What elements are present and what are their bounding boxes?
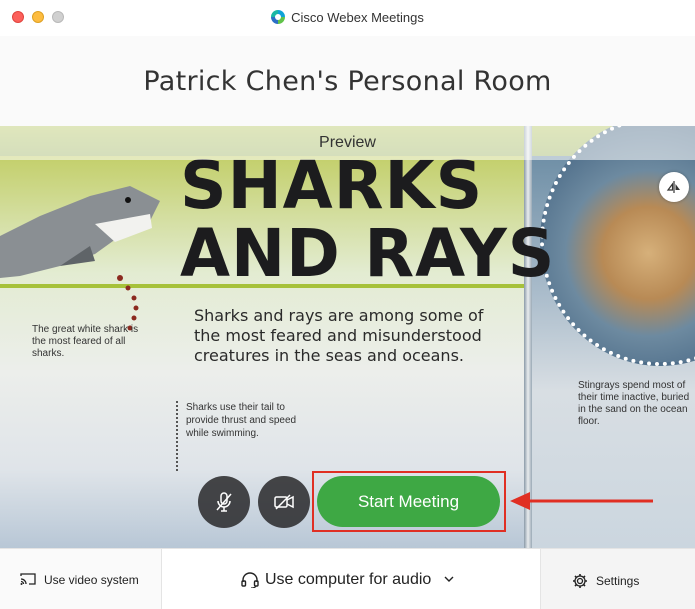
preview-label: Preview — [319, 134, 376, 151]
app-title-text: Cisco Webex Meetings — [291, 10, 424, 25]
caption-divider — [176, 401, 178, 471]
shark-photo — [0, 186, 160, 278]
flip-camera-button[interactable] — [659, 172, 689, 202]
caption-tail: Sharks use their tail to provide thrust … — [186, 402, 297, 439]
use-video-system-label: Use video system — [44, 573, 139, 587]
book-title: SHARKS AND RAYS — [180, 152, 563, 288]
book-title-line2: AND RAYS — [180, 215, 556, 292]
room-title: Patrick Chen's Personal Room — [143, 66, 552, 97]
gear-icon — [573, 574, 587, 588]
settings-label: Settings — [596, 574, 640, 588]
mute-button[interactable] — [198, 476, 250, 528]
mic-muted-icon — [216, 492, 232, 512]
cast-icon — [20, 573, 36, 585]
webex-logo-icon — [271, 10, 286, 24]
flip-icon — [666, 181, 680, 193]
audio-selector[interactable]: Use computer for audio — [162, 549, 540, 609]
app-title: Cisco Webex Meetings — [0, 10, 695, 25]
start-meeting-button[interactable]: Start Meeting — [317, 476, 500, 527]
caption-great-white: The great white shark is the most feared… — [32, 324, 139, 359]
headset-icon — [241, 572, 259, 588]
title-bar: Cisco Webex Meetings — [0, 0, 695, 36]
book-body-text: Sharks and rays are among some of the mo… — [194, 306, 484, 365]
video-camera-icon — [274, 494, 294, 510]
settings-button[interactable]: Settings — [540, 549, 695, 609]
book-title-line1: SHARKS — [180, 147, 484, 224]
video-button[interactable] — [258, 476, 310, 528]
bottom-bar: Use video system Use computer for audio … — [0, 548, 695, 609]
chevron-down-icon — [444, 576, 454, 582]
audio-selector-label: Use computer for audio — [265, 571, 432, 588]
use-video-system-button[interactable]: Use video system — [0, 549, 162, 609]
red-arrow-annotation — [510, 492, 653, 510]
caption-stingrays: Stingrays spend most of their time inact… — [578, 380, 690, 427]
